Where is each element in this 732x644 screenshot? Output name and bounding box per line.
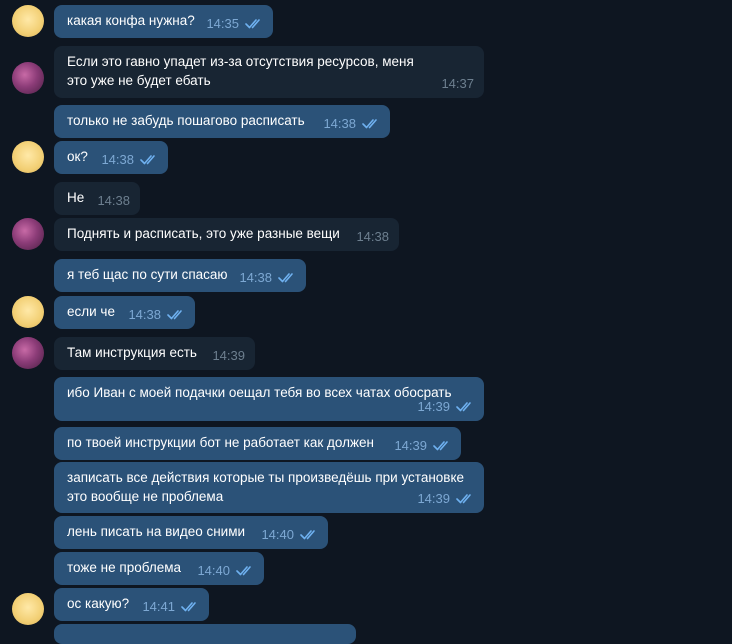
avatar[interactable] <box>12 337 44 369</box>
message-time: 14:40 <box>261 527 294 542</box>
message-text: если че <box>67 304 115 319</box>
double-check-icon <box>245 18 263 29</box>
message-text: только не забудь пошагово расписать <box>67 113 305 128</box>
message-bubble-outgoing[interactable]: ос какую? 14:41 <box>54 588 209 621</box>
message-time: 14:38 <box>239 270 272 285</box>
double-check-icon <box>278 272 296 283</box>
message-time: 14:39 <box>394 438 427 453</box>
message-time: 14:35 <box>206 16 239 31</box>
message-text: Там инструкция есть <box>67 345 197 360</box>
double-check-icon <box>236 565 254 576</box>
message-text: Поднять и расписать, это уже разные вещи <box>67 226 340 241</box>
message-bubble-outgoing[interactable]: я теб щас по сути спасаю 14:38 <box>54 259 306 292</box>
double-check-icon <box>456 493 474 504</box>
message-time: 14:38 <box>323 116 356 131</box>
message-bubble-incoming[interactable]: Не 14:38 <box>54 182 140 215</box>
message-bubble-outgoing[interactable]: по твоей инструкции бот не работает как … <box>54 427 461 460</box>
message-text: по твоей инструкции бот не работает как … <box>67 435 374 450</box>
double-check-icon <box>140 154 158 165</box>
message-time: 14:39 <box>417 399 450 414</box>
message-bubble-outgoing[interactable]: какая конфа нужна? 14:35 <box>54 5 273 38</box>
message-time: 14:38 <box>356 229 389 244</box>
message-text: ок? <box>67 149 88 164</box>
message-time: 14:39 <box>212 348 245 363</box>
message-time: 14:37 <box>441 76 474 91</box>
message-bubble-outgoing[interactable]: записать все действия которые ты произве… <box>54 462 484 513</box>
message-time: 14:38 <box>97 193 130 208</box>
message-bubble-incoming[interactable]: Поднять и расписать, это уже разные вещи… <box>54 218 399 251</box>
message-text: я теб щас по сути спасаю <box>67 267 228 282</box>
message-text: лень писать на видео сними <box>67 524 246 539</box>
double-check-icon <box>433 440 451 451</box>
avatar[interactable] <box>12 62 44 94</box>
double-check-icon <box>300 529 318 540</box>
message-bubble-incoming[interactable]: Если это гавно упадет из-за отсутствия р… <box>54 46 484 98</box>
avatar[interactable] <box>12 5 44 37</box>
avatar[interactable] <box>12 593 44 625</box>
message-time: 14:39 <box>417 491 450 506</box>
avatar[interactable] <box>12 141 44 173</box>
double-check-icon <box>456 401 474 412</box>
message-text: какая конфа нужна? <box>67 13 195 28</box>
message-text: ос какую? <box>67 596 130 611</box>
message-bubble-incoming[interactable]: Там инструкция есть 14:39 <box>54 337 255 370</box>
message-time: 14:38 <box>128 307 161 322</box>
double-check-icon <box>167 309 185 320</box>
message-text: ибо Иван с моей подачки оещал тебя во вс… <box>67 385 452 400</box>
message-bubble-outgoing[interactable]: ок? 14:38 <box>54 141 168 174</box>
message-bubble-outgoing[interactable]: тоже не проблема 14:40 <box>54 552 264 585</box>
message-bubble-outgoing[interactable]: только не забудь пошагово расписать 14:3… <box>54 105 390 138</box>
message-text: тоже не проблема <box>67 560 182 575</box>
message-bubble-outgoing[interactable] <box>54 624 356 644</box>
message-text: записать все действия которые ты произве… <box>67 470 465 504</box>
message-time: 14:40 <box>197 563 230 578</box>
double-check-icon <box>181 601 199 612</box>
message-time: 14:41 <box>142 599 175 614</box>
avatar[interactable] <box>12 218 44 250</box>
message-bubble-outgoing[interactable]: если че 14:38 <box>54 296 195 329</box>
message-text: Не <box>67 190 85 205</box>
message-time: 14:38 <box>101 152 134 167</box>
avatar[interactable] <box>12 296 44 328</box>
message-bubble-outgoing[interactable]: лень писать на видео сними 14:40 <box>54 516 328 549</box>
message-bubble-outgoing[interactable]: ибо Иван с моей подачки оещал тебя во вс… <box>54 377 484 421</box>
double-check-icon <box>362 118 380 129</box>
message-text: Если это гавно упадет из-за отсутствия р… <box>67 54 414 88</box>
